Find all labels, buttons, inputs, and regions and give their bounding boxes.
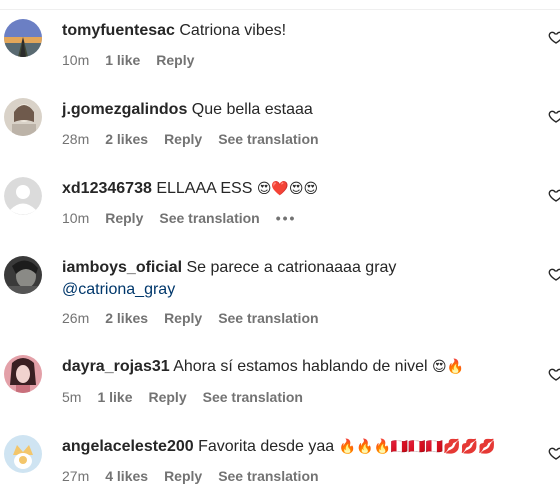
comment-meta: 10m Reply See translation ••• [62, 209, 312, 227]
reply-button[interactable]: Reply [156, 52, 194, 68]
comment-likes[interactable]: 2 likes [105, 310, 148, 326]
comment-body: dayra_rojas31 Ahora sí estamos hablando … [62, 357, 464, 377]
comment-body: j.gomezgalindos Que bella estaaa [62, 100, 313, 120]
comment-username[interactable]: iamboys_oficial [62, 259, 182, 276]
comment-text: ELLAAA ESS [156, 180, 253, 197]
reply-button[interactable]: Reply [164, 131, 202, 147]
mention-link[interactable]: @catriona_gray [62, 281, 175, 298]
reply-button[interactable]: Reply [164, 468, 202, 484]
avatar[interactable] [4, 355, 42, 393]
comment-text: Catriona vibes! [179, 22, 287, 39]
comment-body: xd12346738 ELLAAA ESS 😍❤️😍😍 [62, 179, 318, 199]
avatar[interactable] [4, 256, 42, 294]
avatar[interactable] [4, 177, 42, 215]
heart-outline-icon[interactable] [548, 108, 560, 124]
comment-mention[interactable]: @catriona_gray [62, 280, 175, 300]
avatar[interactable] [4, 19, 42, 57]
comment-text: Favorita desde yaa [198, 438, 335, 455]
heart-outline-icon[interactable] [548, 266, 560, 282]
comment-meta: 28m 2 likes Reply See translation [62, 130, 335, 148]
see-translation-button[interactable]: See translation [218, 468, 318, 484]
comment-meta: 26m 2 likes Reply See translation [62, 309, 335, 327]
more-options-icon[interactable]: ••• [276, 210, 297, 226]
comment-likes[interactable]: 4 likes [105, 468, 148, 484]
comment-time[interactable]: 5m [62, 389, 81, 405]
comment-likes[interactable]: 1 like [105, 52, 140, 68]
comment-emojis: 😍❤️😍😍 [256, 181, 319, 197]
see-translation-button[interactable]: See translation [203, 389, 303, 405]
comment-emojis: 🔥🔥🔥🇵🇪🇵🇪🇵🇪💋💋💋 [338, 439, 496, 455]
comment-text: Que bella estaaa [191, 101, 313, 118]
comment-body: iamboys_oficial Se parece a catrionaaaa … [62, 258, 396, 278]
comment-username[interactable]: tomyfuentesac [62, 22, 175, 39]
comment-meta: 5m 1 like Reply See translation [62, 388, 319, 406]
comment-time[interactable]: 10m [62, 52, 89, 68]
comment-username[interactable]: j.gomezgalindos [62, 101, 187, 118]
comment-meta: 10m 1 like Reply [62, 51, 210, 69]
comment-likes[interactable]: 1 like [97, 389, 132, 405]
comment-username[interactable]: xd12346738 [62, 180, 152, 197]
comment-emojis: 😍🔥 [432, 359, 465, 375]
reply-button[interactable]: Reply [164, 310, 202, 326]
comment-body: angelaceleste200 Favorita desde yaa 🔥🔥🔥🇵… [62, 437, 496, 457]
see-translation-button[interactable]: See translation [159, 210, 259, 226]
see-translation-button[interactable]: See translation [218, 310, 318, 326]
comment-username[interactable]: angelaceleste200 [62, 438, 194, 455]
comment-text: Se parece a catrionaaaa gray [186, 259, 397, 276]
heart-outline-icon[interactable] [548, 445, 560, 461]
avatar[interactable] [4, 98, 42, 136]
comment-text: Ahora sí estamos hablando de nivel [173, 358, 428, 375]
reply-button[interactable]: Reply [148, 389, 186, 405]
heart-outline-icon[interactable] [548, 366, 560, 382]
heart-outline-icon[interactable] [548, 187, 560, 203]
avatar[interactable] [4, 435, 42, 473]
heart-outline-icon[interactable] [548, 29, 560, 45]
top-divider [0, 9, 560, 10]
comment-time[interactable]: 10m [62, 210, 89, 226]
comment-body: tomyfuentesac Catriona vibes! [62, 21, 286, 41]
comment-time[interactable]: 28m [62, 131, 89, 147]
comment-meta: 27m 4 likes Reply See translation [62, 467, 335, 485]
see-translation-button[interactable]: See translation [218, 131, 318, 147]
comment-username[interactable]: dayra_rojas31 [62, 358, 170, 375]
comment-likes[interactable]: 2 likes [105, 131, 148, 147]
reply-button[interactable]: Reply [105, 210, 143, 226]
comment-time[interactable]: 26m [62, 310, 89, 326]
comment-time[interactable]: 27m [62, 468, 89, 484]
